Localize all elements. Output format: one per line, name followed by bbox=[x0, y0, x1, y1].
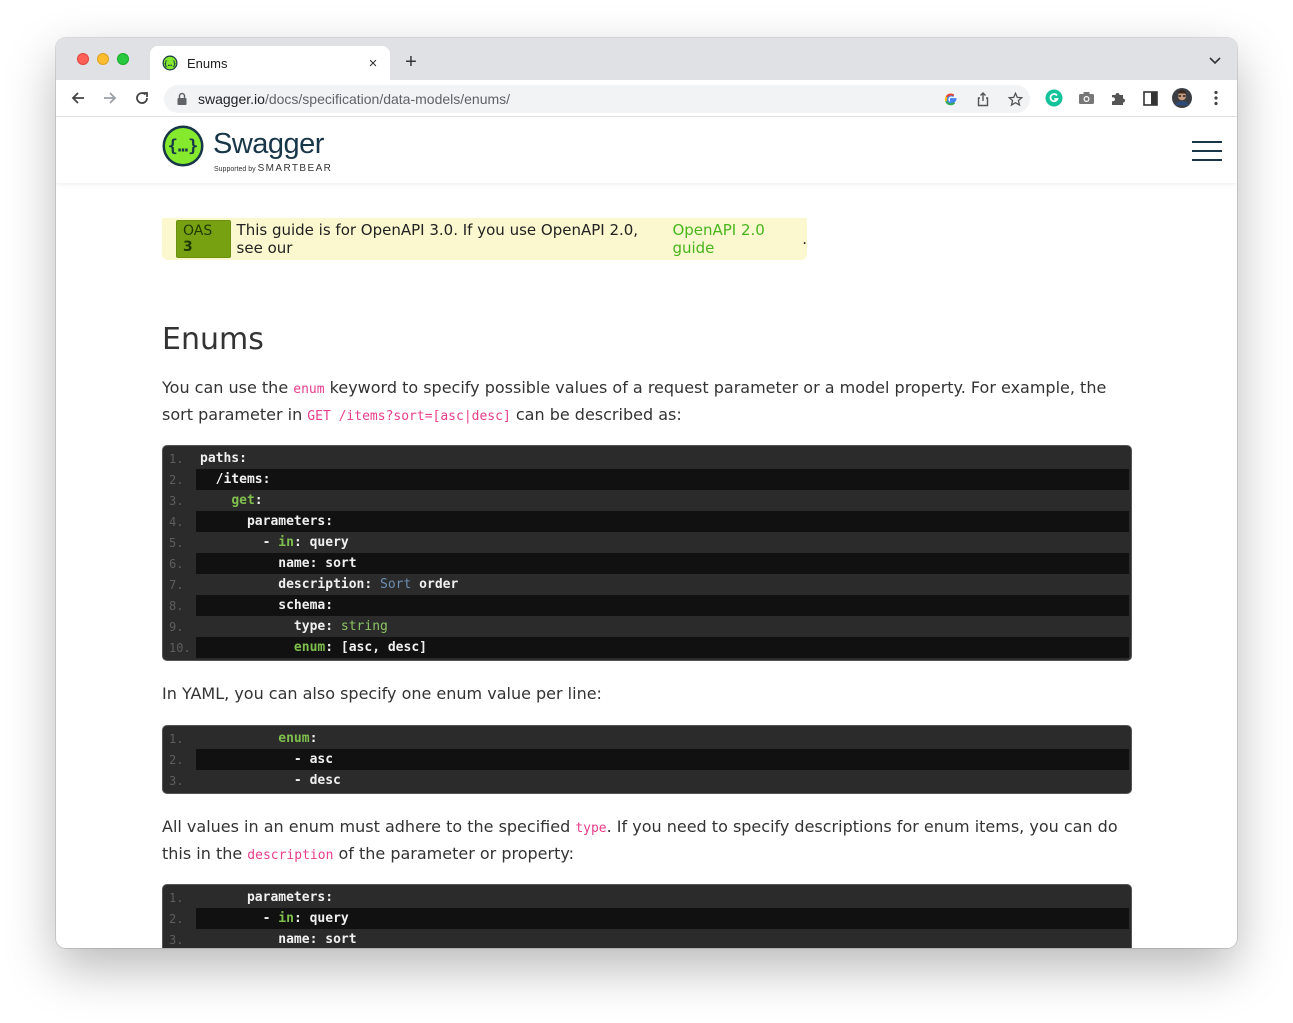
code-block-enum-list: 1. enum: 2. - asc 3. - desc bbox=[162, 725, 1132, 794]
line-number: 3. bbox=[169, 932, 184, 947]
code-text: - asc bbox=[196, 749, 1129, 770]
camera-icon[interactable] bbox=[1076, 88, 1096, 108]
lock-icon[interactable] bbox=[176, 92, 188, 106]
sidepanel-icon[interactable] bbox=[1140, 88, 1160, 108]
code-line: 1. paths: bbox=[163, 448, 1131, 469]
code-text: - desc bbox=[293, 773, 341, 788]
web-page: {…} Swagger Supported by SMARTBEAR OAS 3… bbox=[56, 117, 1237, 948]
code-line: 3. get: bbox=[163, 490, 1131, 511]
yaml-paragraph: In YAML, you can also specify one enum v… bbox=[162, 684, 602, 703]
code-line: 7. description: Sort order bbox=[163, 574, 1131, 595]
google-icon[interactable] bbox=[942, 90, 960, 108]
line-number: 2. bbox=[169, 752, 184, 767]
code-text: description: Sort order bbox=[278, 577, 459, 592]
chevron-down-icon[interactable] bbox=[1207, 52, 1223, 68]
line-number: 9. bbox=[169, 619, 184, 634]
code-text: enum: bbox=[278, 731, 318, 746]
line-number: 2. bbox=[169, 911, 184, 926]
tab-title: Enums bbox=[187, 55, 228, 71]
line-number: 3. bbox=[169, 493, 184, 508]
code-line: 5. - in: query bbox=[163, 532, 1131, 553]
line-number: 3. bbox=[169, 773, 184, 788]
code-text: schema: bbox=[196, 595, 1129, 616]
line-number: 10. bbox=[169, 640, 191, 655]
extensions-icon[interactable] bbox=[1108, 88, 1128, 108]
line-number: 5. bbox=[169, 535, 184, 550]
code-block-enum-inline: 1. paths: 2. /items: 3. get: 4. parameters: 5… bbox=[162, 445, 1132, 661]
logo-wordmark[interactable]: Swagger bbox=[213, 128, 324, 161]
code-text: - in: query bbox=[200, 535, 349, 550]
hamburger-menu-icon[interactable] bbox=[1192, 141, 1222, 161]
line-number: 1. bbox=[169, 890, 184, 905]
browser-window: {…} Enums × + swagger.io/docs/specificat… bbox=[56, 38, 1237, 948]
code-line: 9. type: string bbox=[163, 616, 1131, 637]
code-line: 4. parameters: bbox=[163, 511, 1131, 532]
code-line: 2. - asc bbox=[163, 749, 1131, 770]
line-number: 2. bbox=[169, 472, 184, 487]
url-text: swagger.io/docs/specification/data-model… bbox=[198, 91, 511, 107]
code-line: 8. schema: bbox=[163, 595, 1131, 616]
code-line: 10. enum: [asc, desc] bbox=[163, 637, 1131, 658]
svg-text:{…}: {…} bbox=[168, 137, 199, 157]
intro-paragraph: You can use the enum keyword to specify … bbox=[162, 378, 1107, 424]
code-line: 1. enum: bbox=[163, 728, 1131, 749]
code-text: enum: [asc, desc] bbox=[196, 637, 1129, 658]
code-text: get: bbox=[231, 493, 263, 508]
avatar[interactable] bbox=[1172, 88, 1192, 108]
back-icon[interactable] bbox=[68, 88, 88, 108]
code-line: 3. - desc bbox=[163, 770, 1131, 791]
grammarly-icon[interactable] bbox=[1044, 88, 1064, 108]
code-text: parameters: bbox=[246, 890, 334, 905]
kebab-menu-icon[interactable] bbox=[1206, 88, 1226, 108]
descriptions-paragraph: All values in an enum must adhere to the… bbox=[162, 817, 1118, 863]
code-text: paths: bbox=[200, 451, 247, 466]
code-text: parameters: bbox=[196, 511, 1129, 532]
notice-text: This guide is for OpenAPI 3.0. If you us… bbox=[236, 221, 639, 257]
version-notice: OAS 3 This guide is for OpenAPI 3.0. If … bbox=[162, 218, 807, 260]
close-tab-icon[interactable]: × bbox=[362, 52, 384, 74]
code-line: 3. name: sort bbox=[163, 929, 1131, 948]
code-text: /items: bbox=[196, 469, 1129, 490]
code-text: name: sort bbox=[278, 932, 357, 947]
new-tab-button[interactable]: + bbox=[400, 51, 422, 73]
line-number: 1. bbox=[169, 731, 184, 746]
code-text: name: sort bbox=[196, 553, 1129, 574]
tab-strip: {…} Enums × + bbox=[56, 38, 1237, 80]
oas-badge: OAS 3 bbox=[176, 220, 231, 258]
logo-subtitle: Supported by SMARTBEAR bbox=[214, 163, 333, 174]
swagger-logo-icon[interactable]: {…} bbox=[162, 125, 204, 167]
notice-suffix: . bbox=[802, 230, 807, 248]
reload-icon[interactable] bbox=[132, 88, 152, 108]
line-number: 1. bbox=[169, 451, 184, 466]
code-text: type: string bbox=[293, 619, 388, 634]
swagger-favicon-icon: {…} bbox=[162, 55, 178, 71]
line-number: 7. bbox=[169, 577, 184, 592]
share-icon[interactable] bbox=[974, 90, 992, 108]
code-text: - in: query bbox=[196, 908, 1129, 929]
tab-enums[interactable]: {…} Enums × bbox=[150, 46, 390, 80]
forward-icon[interactable] bbox=[100, 88, 120, 108]
minimize-window-button[interactable] bbox=[97, 53, 109, 65]
site-header: {…} Swagger Supported by SMARTBEAR bbox=[56, 117, 1237, 183]
address-bar[interactable]: swagger.io/docs/specification/data-model… bbox=[164, 85, 1030, 113]
line-number: 4. bbox=[169, 514, 184, 529]
line-number: 6. bbox=[169, 556, 184, 571]
code-line: 6. name: sort bbox=[163, 553, 1131, 574]
line-number: 8. bbox=[169, 598, 184, 613]
openapi-2-guide-link[interactable]: OpenAPI 2.0 guide bbox=[672, 221, 802, 257]
svg-text:{…}: {…} bbox=[164, 60, 177, 68]
browser-toolbar: swagger.io/docs/specification/data-model… bbox=[56, 80, 1237, 117]
code-line: 1. parameters: bbox=[163, 887, 1131, 908]
star-icon[interactable] bbox=[1006, 90, 1024, 108]
zoom-window-button[interactable] bbox=[117, 53, 129, 65]
close-window-button[interactable] bbox=[77, 53, 89, 65]
code-block-parameters: 1. parameters: 2. - in: query 3. name: sor… bbox=[162, 884, 1132, 948]
page-title: Enums bbox=[162, 322, 264, 357]
code-line: 2. - in: query bbox=[163, 908, 1131, 929]
code-line: 2. /items: bbox=[163, 469, 1131, 490]
